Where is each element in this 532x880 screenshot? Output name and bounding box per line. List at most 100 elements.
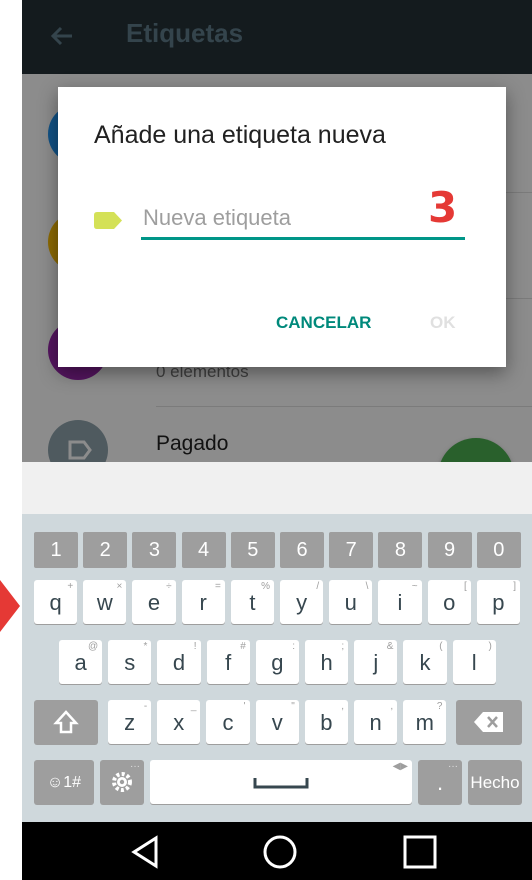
backspace-key[interactable]	[456, 700, 522, 744]
key-label: g	[271, 650, 284, 675]
ok-button[interactable]: OK	[422, 309, 464, 337]
key-label: r	[199, 590, 207, 615]
suggestion-bar	[22, 462, 532, 514]
key-hint: (	[439, 641, 443, 652]
key-h[interactable]: ; h	[305, 640, 349, 684]
key-hint: !	[193, 641, 197, 652]
key-f[interactable]: # f	[206, 640, 250, 684]
key-hint: ~	[411, 581, 418, 592]
key-hint: ÷	[166, 581, 172, 592]
key-label: k	[419, 650, 431, 675]
gear-icon	[112, 772, 132, 792]
key-label: z	[124, 710, 136, 735]
key-hint: #	[240, 641, 246, 652]
label-icon	[94, 212, 122, 229]
key-label: e	[147, 590, 161, 615]
key-hint: +	[67, 581, 74, 592]
key-hint: ,	[341, 701, 344, 712]
key-hint: ]	[513, 581, 516, 592]
key-7[interactable]: 7	[329, 532, 374, 568]
red-arrow-pointer	[0, 578, 20, 634]
key-i[interactable]: ~ i	[378, 580, 422, 624]
nav-recents-icon[interactable]	[400, 832, 440, 872]
key-r[interactable]: = r	[181, 580, 225, 624]
nav-home-icon[interactable]	[260, 832, 300, 872]
key-hint: %	[261, 581, 270, 592]
key-5[interactable]: 5	[230, 532, 275, 568]
key-hint: _	[190, 701, 197, 712]
key-l[interactable]: ) l	[452, 640, 496, 684]
key-9[interactable]: 9	[427, 532, 472, 568]
key-hint: &	[386, 641, 394, 652]
key-hint: '	[243, 701, 246, 712]
key-hint: @	[88, 641, 99, 652]
space-key[interactable]: ◀▶	[150, 760, 412, 804]
key-6[interactable]: 6	[280, 532, 324, 568]
key-hint: =	[214, 581, 221, 592]
key-4[interactable]: 4	[181, 532, 226, 568]
nav-back-icon[interactable]	[126, 832, 166, 872]
key-w[interactable]: × w	[83, 580, 127, 624]
key-0[interactable]: 0	[476, 532, 521, 568]
key-1[interactable]: 1	[34, 532, 78, 568]
key-o[interactable]: [o	[427, 580, 471, 624]
key-3[interactable]: 3	[132, 532, 177, 568]
key-hint: \	[365, 581, 369, 592]
settings-key[interactable]: ···	[100, 760, 144, 804]
key-p[interactable]: ] p	[476, 580, 520, 624]
key-8[interactable]: 8	[378, 532, 423, 568]
key-label: l	[471, 650, 477, 675]
key-hint: /	[316, 581, 320, 592]
key-label: u	[344, 590, 357, 615]
key-v[interactable]: " v	[255, 700, 299, 744]
key-label: f	[225, 650, 232, 675]
period-key[interactable]: ··· .	[418, 760, 462, 804]
shift-icon	[53, 710, 79, 734]
key-q[interactable]: + q	[34, 580, 78, 624]
navigation-bar	[22, 822, 532, 880]
shift-key[interactable]	[34, 700, 98, 744]
key-x[interactable]: _ x	[157, 700, 201, 744]
keyboard: 1234567890 + q × w ÷ e = r% t / y \ u ~ i[o] p @ a * s! d # f…	[22, 514, 532, 822]
key-hint: :	[292, 641, 295, 652]
key-label: v	[271, 710, 283, 735]
key-label: h	[320, 650, 333, 675]
key-d[interactable]: ! d	[157, 640, 201, 684]
cancel-button[interactable]: CANCELAR	[268, 309, 379, 337]
key-b[interactable]: ,b	[304, 700, 348, 744]
key-label: y	[296, 590, 308, 615]
key-hint: [	[464, 581, 467, 592]
key-y[interactable]: / y	[280, 580, 324, 624]
label-name-input[interactable]	[141, 199, 465, 240]
key-j[interactable]: & j	[354, 640, 398, 684]
key-k[interactable]: (k	[403, 640, 447, 684]
key-label: d	[172, 650, 186, 675]
key-hint: *	[143, 641, 148, 652]
key-n[interactable]: ,n	[354, 700, 398, 744]
cursor-hint: ◀▶	[392, 761, 408, 772]
key-label: i	[397, 590, 403, 615]
key-c[interactable]: ' c	[206, 700, 250, 744]
key-s[interactable]: * s	[108, 640, 152, 684]
key-label: c	[222, 710, 234, 735]
symbols-key[interactable]: ☺1#	[34, 760, 94, 804]
key-label: m	[415, 710, 434, 735]
key-label: b	[320, 710, 333, 735]
key-u[interactable]: \ u	[329, 580, 373, 624]
key-m[interactable]: ? m	[403, 700, 447, 744]
key-hint: )	[488, 641, 492, 652]
key-label: w	[96, 590, 113, 615]
key-label: a	[74, 650, 87, 675]
key-z[interactable]: -z	[108, 700, 152, 744]
key-label: x	[173, 710, 185, 735]
key-2[interactable]: 2	[83, 532, 128, 568]
key-t[interactable]: % t	[230, 580, 274, 624]
key-a[interactable]: @ a	[59, 640, 103, 684]
key-label: p	[492, 590, 505, 615]
key-hint: ?	[436, 701, 443, 712]
backspace-icon	[474, 712, 503, 732]
done-key[interactable]: Hecho	[468, 760, 522, 804]
key-hint: ;	[341, 641, 345, 652]
key-e[interactable]: ÷ e	[132, 580, 176, 624]
key-g[interactable]: :g	[255, 640, 299, 684]
